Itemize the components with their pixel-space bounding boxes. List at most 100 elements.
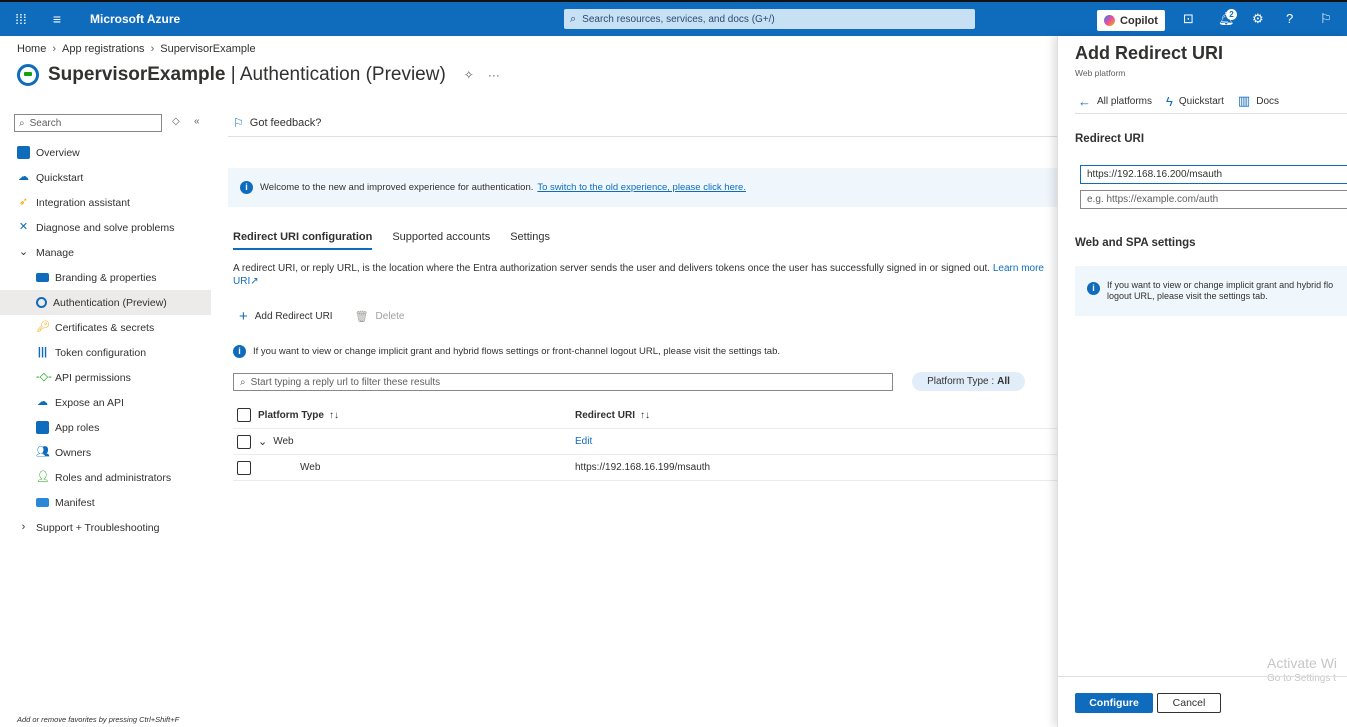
copilot-icon (1104, 15, 1116, 26)
filter-input[interactable]: ⌕ Start typing a reply url to filter the… (233, 373, 893, 391)
more-options-icon[interactable]: ··· (488, 68, 500, 82)
tab-supported-accounts[interactable]: Supported accounts (392, 231, 490, 250)
docs-link[interactable]: Docs (1256, 96, 1279, 107)
info-icon: i (240, 181, 253, 194)
sidebar-item-api-permissions[interactable]: -◇- API permissions (0, 365, 211, 390)
sidebar-group-support[interactable]: › Support + Troubleshooting (0, 515, 211, 540)
chevron-down-icon[interactable]: ⌄ (258, 435, 267, 448)
sidebar-item-roles-admins[interactable]: 👤︎ Roles and administrators (0, 465, 211, 490)
sidebar-item-label: Token configuration (55, 346, 147, 359)
feedback-icon[interactable]: ⚐ (1320, 11, 1332, 27)
divider (228, 136, 1058, 137)
sidebar-nav: Overview ☁ Quickstart ➶ Integration assi… (0, 140, 211, 540)
breadcrumb-app-registrations[interactable]: App registrations (62, 43, 145, 55)
search-icon: ⌕ (19, 117, 25, 129)
group-label: Web (273, 436, 294, 447)
sidebar-item-label: Quickstart (36, 171, 84, 184)
sidebar-item-expose-api[interactable]: ☁ Expose an API (0, 390, 211, 415)
cloud-shell-icon[interactable]: ⊡ (1183, 11, 1194, 27)
quickstart-link[interactable]: Quickstart (1179, 96, 1224, 107)
sidebar-collapse-icon[interactable]: « (194, 116, 200, 127)
app-launcher-icon[interactable]: ⁞⁞⁞ (0, 11, 42, 27)
token-icon: ||| (37, 346, 48, 358)
branding-icon (36, 273, 49, 282)
all-platforms-link[interactable]: All platforms (1097, 96, 1152, 107)
sort-icon[interactable]: ↑↓ (329, 410, 339, 421)
sidebar-item-quickstart[interactable]: ☁ Quickstart (0, 165, 211, 190)
column-platform-type[interactable]: Platform Type (258, 410, 324, 421)
platform-type-filter[interactable]: Platform Type : All (912, 372, 1025, 391)
sidebar-item-owners[interactable]: 👥︎ Owners (0, 440, 211, 465)
divider (1058, 676, 1347, 677)
sidebar-item-label: Roles and administrators (55, 471, 172, 484)
description: A redirect URI, or reply URL, is the loc… (233, 262, 1063, 288)
tab-redirect-uri[interactable]: Redirect URI configuration (233, 231, 373, 250)
edit-link[interactable]: Edit (575, 436, 592, 447)
copilot-label: Copilot (1120, 14, 1158, 27)
learn-more-link[interactable]: Learn more (993, 263, 1044, 274)
redirect-uri-input[interactable]: https://192.168.16.200/msauth (1080, 165, 1347, 184)
global-search-input[interactable]: ⌕ Search resources, services, and docs (… (564, 9, 975, 29)
add-redirect-uri-panel: Add Redirect URI Web platform ← All plat… (1057, 36, 1347, 727)
sidebar-group-manage[interactable]: ⌄ Manage (0, 240, 211, 265)
feedback-button[interactable]: ⚐ Got feedback? (233, 116, 321, 130)
section-redirect-uri: Redirect URI (1075, 133, 1145, 145)
brand-link[interactable]: Microsoft Azure (90, 12, 180, 26)
settings-info-text: If you want to view or change implicit g… (253, 346, 780, 357)
external-link-icon: ↗ (250, 276, 259, 287)
breadcrumb-app[interactable]: SupervisorExample (160, 43, 255, 55)
add-redirect-uri-button[interactable]: + Add Redirect URI (239, 308, 333, 325)
learn-more-link-cont[interactable]: URI (233, 276, 250, 287)
pin-icon[interactable]: ✧ (464, 68, 474, 82)
chevron-right-icon: › (150, 43, 155, 55)
old-experience-link[interactable]: To switch to the old experience, please … (537, 182, 746, 193)
select-all-checkbox[interactable] (237, 408, 251, 422)
sidebar-item-authentication[interactable]: Authentication (Preview) (0, 290, 211, 315)
info-icon: i (1087, 282, 1100, 295)
redirect-uri-table: Platform Type ↑↓ Redirect URI ↑↓ ⌄ Web Ed… (233, 402, 1058, 481)
sidebar-expand-icon[interactable]: ◇ (172, 116, 180, 127)
row-redirect-uri: https://192.168.16.199/msauth (575, 462, 711, 473)
row-checkbox[interactable] (237, 434, 251, 449)
chevron-right-icon: › (52, 43, 57, 55)
arrow-left-icon[interactable]: ← (1078, 94, 1091, 109)
add-label: Add Redirect URI (254, 311, 333, 322)
table-header: Platform Type ↑↓ Redirect URI ↑↓ (233, 402, 1058, 429)
sidebar-item-label: Authentication (Preview) (53, 296, 167, 309)
sidebar-item-label: Support + Troubleshooting (36, 521, 160, 534)
row-checkbox[interactable] (237, 460, 251, 475)
cancel-button[interactable]: Cancel (1157, 693, 1221, 713)
lightning-icon: ϟ (1166, 93, 1173, 109)
configure-button[interactable]: Configure (1075, 693, 1153, 713)
sidebar-item-diagnose[interactable]: ✕ Diagnose and solve problems (0, 215, 211, 240)
sidebar-item-integration-assistant[interactable]: ➶ Integration assistant (0, 190, 211, 215)
sidebar-item-label: Overview (36, 146, 80, 159)
menu-icon[interactable]: ≡ (42, 11, 72, 27)
sidebar-item-manifest[interactable]: Manifest (0, 490, 211, 515)
authentication-icon (17, 64, 39, 86)
tab-settings[interactable]: Settings (510, 231, 550, 250)
breadcrumb-home[interactable]: Home (17, 43, 46, 55)
breadcrumb: Home › App registrations › SupervisorExa… (17, 43, 256, 55)
help-icon[interactable]: ? (1286, 11, 1293, 26)
page-title-app: SupervisorExample (48, 64, 226, 85)
redirect-uri-new-input[interactable]: e.g. https://example.com/auth (1080, 190, 1347, 209)
delete-button[interactable]: 🗑︎ Delete (355, 310, 405, 323)
settings-gear-icon[interactable]: ⚙ (1252, 11, 1264, 27)
info-banner: i Welcome to the new and improved experi… (228, 168, 1058, 207)
platform-filter-label: Platform Type : (927, 376, 995, 387)
column-redirect-uri-label: Redirect URI (575, 409, 636, 421)
panel-subtitle: Web platform (1075, 68, 1126, 78)
row-platform: Web (300, 462, 321, 473)
page-title-section: | Authentication (Preview) (225, 64, 446, 85)
sidebar-item-overview[interactable]: Overview (0, 140, 211, 165)
column-redirect-uri[interactable]: Redirect URI ↑↓ (575, 410, 650, 421)
sidebar-item-branding[interactable]: Branding & properties (0, 265, 211, 290)
sidebar-item-certificates[interactable]: 🔑︎ Certificates & secrets (0, 315, 211, 340)
copilot-button[interactable]: Copilot (1097, 10, 1165, 31)
sidebar-item-label: App roles (55, 421, 100, 434)
sidebar-search-input[interactable]: ⌕ Search (14, 114, 162, 132)
rocket-icon: ➶ (18, 196, 29, 208)
sidebar-item-token-config[interactable]: ||| Token configuration (0, 340, 211, 365)
sidebar-item-app-roles[interactable]: App roles (0, 415, 211, 440)
